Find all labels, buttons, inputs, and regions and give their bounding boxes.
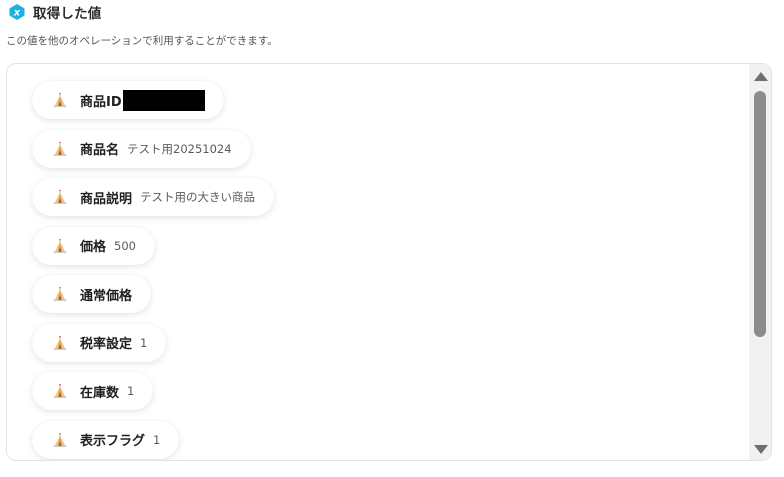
scroll-thumb[interactable] xyxy=(754,91,766,337)
field-value: 1 xyxy=(127,384,135,398)
field-label: 表示フラグ xyxy=(80,434,146,449)
tent-icon xyxy=(53,432,67,447)
field-label: 商品名 xyxy=(80,143,120,158)
tent-icon xyxy=(53,384,67,398)
field-label: 商品説明 xyxy=(80,191,133,207)
tent-icon xyxy=(53,335,67,350)
field-label: 在庫数 xyxy=(80,385,120,401)
scroll-up-arrow-icon[interactable] xyxy=(754,72,768,81)
field-value: 500 xyxy=(114,238,136,253)
tent-icon xyxy=(53,238,67,253)
variable-x-icon: x xyxy=(9,4,25,20)
section-subtitle: この値を他のオペレーションで利用することができます。 xyxy=(6,35,278,47)
field-label: 通常価格 xyxy=(80,288,133,304)
value-pill[interactable]: 商品ID xyxy=(32,81,224,119)
field-label: 商品ID xyxy=(80,94,122,110)
value-pill[interactable]: 税率設定 1 xyxy=(32,323,167,362)
field-value: テスト用の大きい商品 xyxy=(140,190,256,204)
field-label: 税率設定 xyxy=(80,337,133,352)
tent-icon xyxy=(53,141,67,156)
value-pill[interactable]: 在庫数 1 xyxy=(32,372,154,410)
value-pill[interactable]: 表示フラグ 1 xyxy=(32,420,180,459)
values-panel: 商品ID 商品名 テスト用20251024 商品説明 テスト用の大きい商品価格 500 通常… xyxy=(6,63,772,461)
value-pill[interactable]: 商品説明 テスト用の大きい商品 xyxy=(32,178,275,216)
scrollbar[interactable] xyxy=(749,64,771,460)
tent-icon xyxy=(53,287,67,301)
section-title: 取得した値 xyxy=(33,6,102,22)
value-pill[interactable]: 価格 500 xyxy=(32,226,155,265)
section-header: x 取得した値 xyxy=(8,2,102,22)
field-label: 価格 xyxy=(80,240,107,255)
svg-text:x: x xyxy=(13,8,21,19)
redacted-value xyxy=(122,89,205,111)
tent-icon xyxy=(53,190,67,204)
field-value: 1 xyxy=(153,432,161,447)
tent-icon xyxy=(53,93,67,107)
scroll-down-arrow-icon[interactable] xyxy=(754,445,768,454)
field-value: 1 xyxy=(140,335,148,350)
value-pill[interactable]: 通常価格 xyxy=(32,275,152,313)
field-value: テスト用20251024 xyxy=(127,141,232,156)
value-pill[interactable]: 商品名 テスト用20251024 xyxy=(32,129,251,168)
